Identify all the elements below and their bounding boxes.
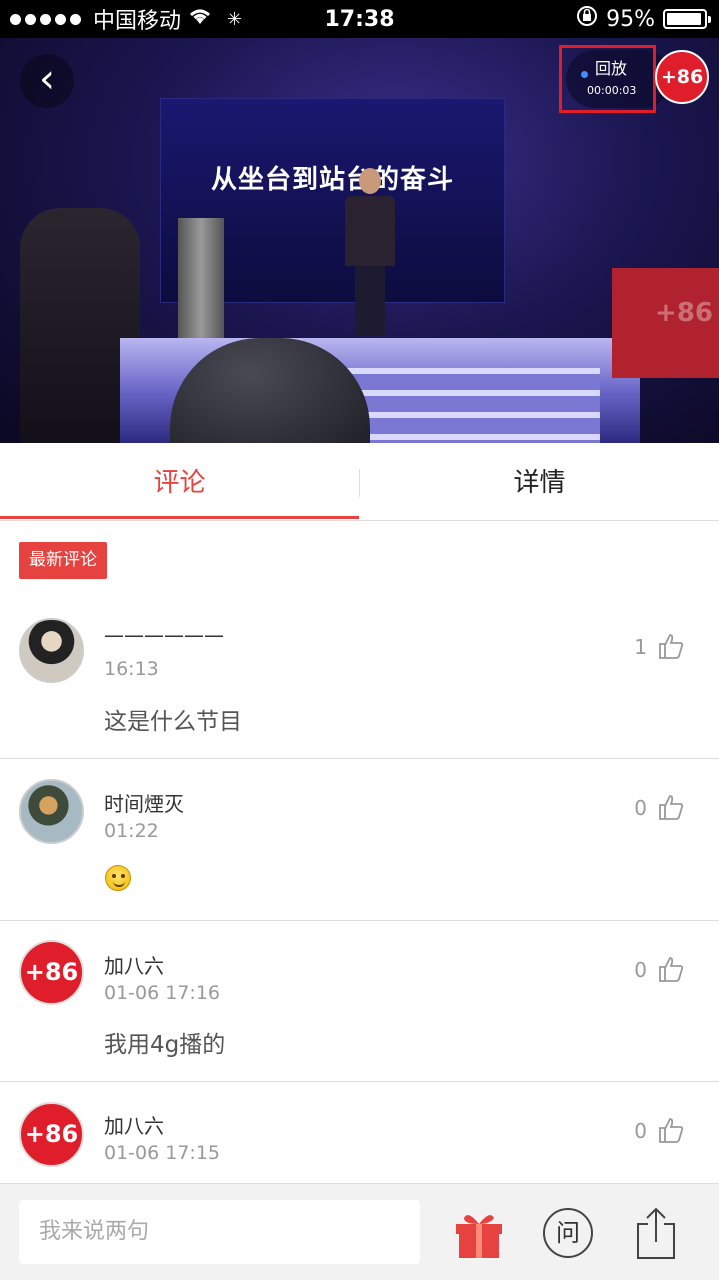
question-button[interactable]: 问 [543,1208,593,1258]
tab-details[interactable]: 详情 [360,443,719,521]
stage-logo: +86 [655,298,713,328]
comment-item: +86 加八六 01-06 17:15 0 [0,1082,719,1183]
chevron-left-icon: ‹ [39,56,55,102]
avatar[interactable] [19,779,84,844]
tab-bar: 评论 详情 [0,443,719,521]
comment-time: 01-06 17:15 [104,1142,221,1164]
screen-title: 从坐台到站台的奋斗 [210,165,454,195]
comment-author: —————— [104,623,224,647]
rotation-lock-icon [576,5,598,33]
thumbs-up-icon[interactable] [657,1116,685,1144]
comment-text: 我用4g播的 [104,1032,226,1058]
podium [178,218,224,338]
avatar[interactable]: +86 [19,1102,84,1167]
battery-percent: 95% [606,6,655,32]
comment-time: 01-06 17:16 [104,982,221,1004]
avatar[interactable]: +86 [19,940,84,1005]
like-count: 0 [634,796,647,820]
back-button[interactable]: ‹ [20,54,74,108]
like-count: 0 [634,1119,647,1143]
smile-emoji-icon [105,865,131,891]
battery-fill [667,13,702,25]
thumbs-up-icon[interactable] [657,793,685,821]
comment-item: —————— 16:13 这是什么节目 1 [0,596,719,759]
comment-text: 这是什么节目 [104,709,242,735]
comment-item: 时间煙灭 01:22 0 [0,759,719,921]
comment-time: 01:22 [104,820,159,842]
channel-avatar[interactable]: +86 [655,50,709,104]
avatar[interactable] [19,618,84,683]
gift-icon[interactable] [452,1206,506,1260]
thumbs-up-icon[interactable] [657,632,685,660]
comment-input[interactable]: 我来说两句 [19,1200,420,1264]
comment-author: 加八六 [104,954,164,978]
status-bar: 中国移动 ✳ 17:38 95% [0,0,719,38]
like-count: 1 [634,635,647,659]
comment-time: 16:13 [104,658,159,680]
share-icon[interactable] [632,1206,680,1260]
speaker-figure [345,168,395,338]
comment-author: 加八六 [104,1114,164,1138]
stage-steps [340,368,600,443]
like-count: 0 [634,958,647,982]
video-player[interactable]: 从坐台到站台的奋斗 +86 ‹ 回放 00:00:03 +86 [0,38,719,443]
stage-sign: +86 [612,268,719,378]
active-tab-indicator [0,516,359,519]
tab-comments[interactable]: 评论 [0,443,359,521]
latest-comments-badge: 最新评论 [19,542,107,579]
comment-author: 时间煙灭 [104,792,184,816]
status-right: 95% [576,0,711,38]
bottom-bar: 我来说两句 问 [0,1183,719,1280]
thumbs-up-icon[interactable] [657,955,685,983]
battery-icon [663,9,711,29]
comment-item: +86 加八六 01-06 17:16 我用4g播的 0 [0,921,719,1082]
highlight-box [559,45,656,113]
